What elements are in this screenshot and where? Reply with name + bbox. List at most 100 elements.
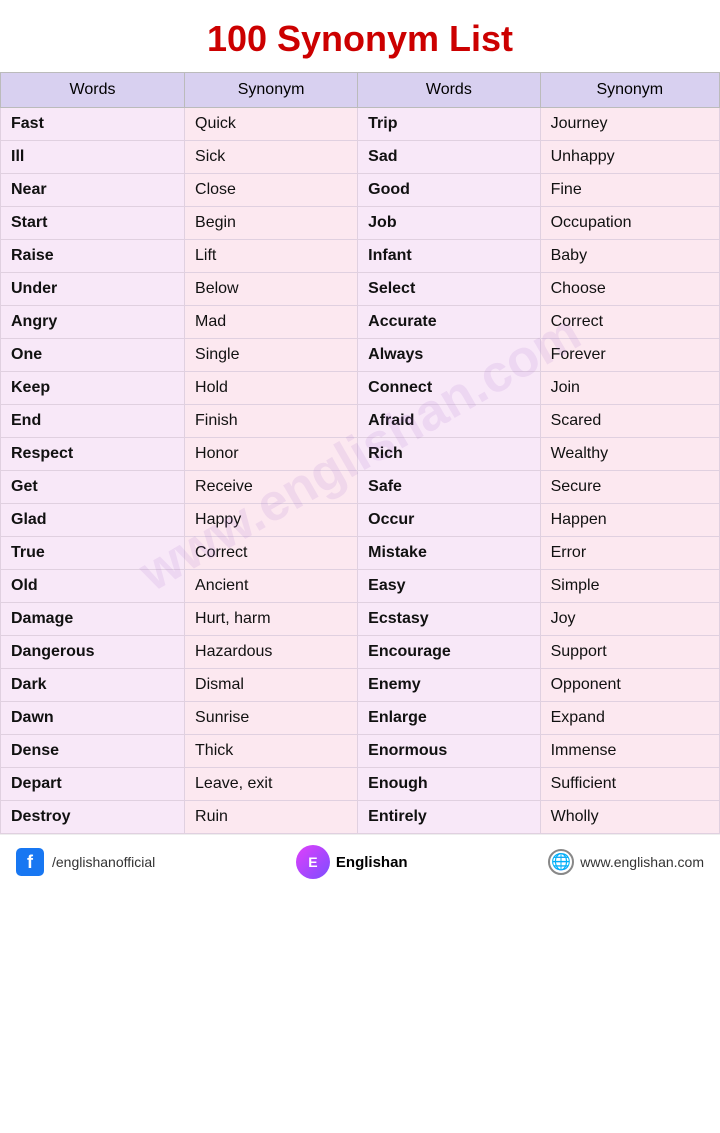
synonym-cell: Secure — [540, 471, 719, 504]
synonym-cell: Receive — [185, 471, 358, 504]
word-cell: Trip — [358, 108, 540, 141]
word-cell: Sad — [358, 141, 540, 174]
table-row: DamageHurt, harmEcstasyJoy — [1, 603, 720, 636]
synonym-cell: Hazardous — [185, 636, 358, 669]
word-cell: Job — [358, 207, 540, 240]
table-row: OneSingleAlwaysForever — [1, 339, 720, 372]
facebook-icon: f — [16, 848, 44, 876]
synonym-cell: Fine — [540, 174, 719, 207]
table-row: TrueCorrectMistakeError — [1, 537, 720, 570]
word-cell: Easy — [358, 570, 540, 603]
synonym-cell: Sufficient — [540, 768, 719, 801]
footer-brand[interactable]: E Englishan — [296, 845, 408, 879]
word-cell: Encourage — [358, 636, 540, 669]
brand-logo: E — [296, 845, 330, 879]
synonym-cell: Lift — [185, 240, 358, 273]
synonym-cell: Wholly — [540, 801, 719, 834]
synonym-cell: Wealthy — [540, 438, 719, 471]
word-cell: Afraid — [358, 405, 540, 438]
table-row: DarkDismalEnemyOpponent — [1, 669, 720, 702]
word-cell: Occur — [358, 504, 540, 537]
synonym-cell: Mad — [185, 306, 358, 339]
table-wrapper: www.englishan.com Words Synonym Words Sy… — [0, 72, 720, 834]
word-cell: Get — [1, 471, 185, 504]
table-row: IllSickSadUnhappy — [1, 141, 720, 174]
word-cell: Destroy — [1, 801, 185, 834]
synonym-cell: Journey — [540, 108, 719, 141]
table-row: RaiseLiftInfantBaby — [1, 240, 720, 273]
word-cell: Ill — [1, 141, 185, 174]
synonym-cell: Happy — [185, 504, 358, 537]
footer: f /englishanofficial E Englishan 🌐 www.e… — [0, 834, 720, 889]
word-cell: Accurate — [358, 306, 540, 339]
word-cell: End — [1, 405, 185, 438]
word-cell: Enough — [358, 768, 540, 801]
synonym-cell: Occupation — [540, 207, 719, 240]
word-cell: Ecstasy — [358, 603, 540, 636]
col-words-2: Words — [358, 73, 540, 108]
col-synonym-2: Synonym — [540, 73, 719, 108]
synonym-cell: Honor — [185, 438, 358, 471]
word-cell: Enlarge — [358, 702, 540, 735]
globe-icon: 🌐 — [548, 849, 574, 875]
synonym-cell: Join — [540, 372, 719, 405]
word-cell: Dense — [1, 735, 185, 768]
word-cell: Near — [1, 174, 185, 207]
synonym-cell: Joy — [540, 603, 719, 636]
word-cell: Enormous — [358, 735, 540, 768]
word-cell: Mistake — [358, 537, 540, 570]
synonym-cell: Thick — [185, 735, 358, 768]
table-row: DestroyRuinEntirelyWholly — [1, 801, 720, 834]
synonym-cell: Choose — [540, 273, 719, 306]
synonym-cell: Single — [185, 339, 358, 372]
table-row: EndFinishAfraidScared — [1, 405, 720, 438]
synonym-cell: Sunrise — [185, 702, 358, 735]
table-row: DenseThickEnormousImmense — [1, 735, 720, 768]
col-synonym-1: Synonym — [185, 73, 358, 108]
word-cell: Connect — [358, 372, 540, 405]
synonym-cell: Simple — [540, 570, 719, 603]
table-row: FastQuickTripJourney — [1, 108, 720, 141]
synonym-cell: Correct — [540, 306, 719, 339]
footer-facebook[interactable]: f /englishanofficial — [16, 848, 155, 876]
word-cell: One — [1, 339, 185, 372]
synonym-cell: Baby — [540, 240, 719, 273]
synonym-cell: Close — [185, 174, 358, 207]
word-cell: Safe — [358, 471, 540, 504]
word-cell: Select — [358, 273, 540, 306]
brand-name: Englishan — [336, 854, 408, 871]
synonym-cell: Opponent — [540, 669, 719, 702]
synonym-cell: Scared — [540, 405, 719, 438]
table-row: KeepHoldConnectJoin — [1, 372, 720, 405]
synonym-table: Words Synonym Words Synonym FastQuickTri… — [0, 72, 720, 834]
word-cell: Depart — [1, 768, 185, 801]
table-row: NearCloseGoodFine — [1, 174, 720, 207]
synonym-cell: Quick — [185, 108, 358, 141]
synonym-cell: Finish — [185, 405, 358, 438]
table-row: AngryMadAccurateCorrect — [1, 306, 720, 339]
word-cell: Raise — [1, 240, 185, 273]
table-row: OldAncientEasySimple — [1, 570, 720, 603]
synonym-cell: Leave, exit — [185, 768, 358, 801]
table-row: RespectHonorRichWealthy — [1, 438, 720, 471]
footer-website[interactable]: 🌐 www.englishan.com — [548, 849, 704, 875]
synonym-cell: Correct — [185, 537, 358, 570]
col-words-1: Words — [1, 73, 185, 108]
table-body: FastQuickTripJourneyIllSickSadUnhappyNea… — [1, 108, 720, 834]
synonym-cell: Happen — [540, 504, 719, 537]
word-cell: Damage — [1, 603, 185, 636]
table-row: DawnSunriseEnlargeExpand — [1, 702, 720, 735]
word-cell: Glad — [1, 504, 185, 537]
synonym-cell: Below — [185, 273, 358, 306]
word-cell: Good — [358, 174, 540, 207]
word-cell: Respect — [1, 438, 185, 471]
table-row: GladHappyOccurHappen — [1, 504, 720, 537]
table-header-row: Words Synonym Words Synonym — [1, 73, 720, 108]
synonym-cell: Error — [540, 537, 719, 570]
synonym-cell: Sick — [185, 141, 358, 174]
synonym-cell: Unhappy — [540, 141, 719, 174]
synonym-cell: Ruin — [185, 801, 358, 834]
word-cell: Infant — [358, 240, 540, 273]
word-cell: Angry — [1, 306, 185, 339]
synonym-cell: Begin — [185, 207, 358, 240]
